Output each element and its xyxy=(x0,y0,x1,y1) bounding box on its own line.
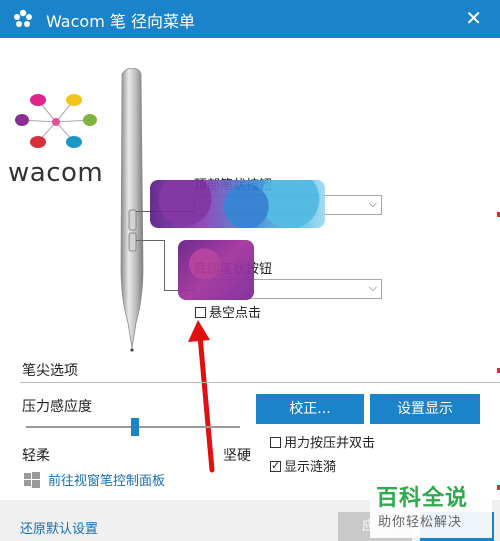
chevron-down-icon: ⌵ xyxy=(368,281,377,294)
windows-icon xyxy=(24,472,40,488)
watermark-sub: 助你轻松解决 xyxy=(378,515,463,530)
reset-defaults-link[interactable]: 还原默认设置 xyxy=(20,518,98,537)
section-divider xyxy=(20,382,500,383)
control-panel-link-text[interactable]: 前往视窗笔控制面板 xyxy=(48,474,165,489)
double-click-option[interactable]: 用力按压并双击 xyxy=(270,432,375,451)
pressure-soft-label: 轻柔 xyxy=(22,448,50,464)
wacom-app-icon xyxy=(14,9,32,27)
hover-click-checkbox[interactable] xyxy=(195,307,206,318)
pressure-slider-thumb[interactable] xyxy=(131,418,139,436)
double-click-label: 用力按压并双击 xyxy=(284,436,376,451)
redaction-scribble-lower xyxy=(178,240,254,300)
window-title: Wacom 笔 径向菜单 xyxy=(46,12,195,31)
show-ripple-label: 显示涟漪 xyxy=(284,460,337,475)
pressure-firm-label: 坚硬 xyxy=(223,448,251,464)
wacom-wordmark: wacom xyxy=(8,158,104,188)
show-ripple-checkbox[interactable] xyxy=(270,459,281,472)
chevron-down-icon: ⌵ xyxy=(368,197,377,210)
lower-button-leader-vertical xyxy=(164,240,165,290)
pressure-title: 压力感应度 xyxy=(22,399,92,415)
show-ripple-option[interactable]: 显示涟漪 xyxy=(270,456,336,475)
tip-section-title: 笔尖选项 xyxy=(22,363,78,379)
watermark-main: 百科全说 xyxy=(376,486,469,511)
calibrate-button[interactable]: 校正... xyxy=(256,394,364,424)
title-bar: Wacom 笔 径向菜单 ✕ xyxy=(0,0,500,38)
wacom-logo: wacom xyxy=(8,90,104,188)
double-click-checkbox[interactable] xyxy=(270,437,281,448)
pen-illustration xyxy=(120,68,144,352)
control-panel-link[interactable]: 前往视窗笔控制面板 xyxy=(24,470,165,489)
redaction-scribble-upper xyxy=(150,180,325,228)
close-icon[interactable]: ✕ xyxy=(465,6,482,30)
watermark: 百科全说 助你轻松解决 xyxy=(370,478,492,538)
settings-display-button[interactable]: 设置显示 xyxy=(370,394,480,424)
wacom-logo-mark xyxy=(15,94,97,148)
lower-button-leader xyxy=(136,240,164,241)
